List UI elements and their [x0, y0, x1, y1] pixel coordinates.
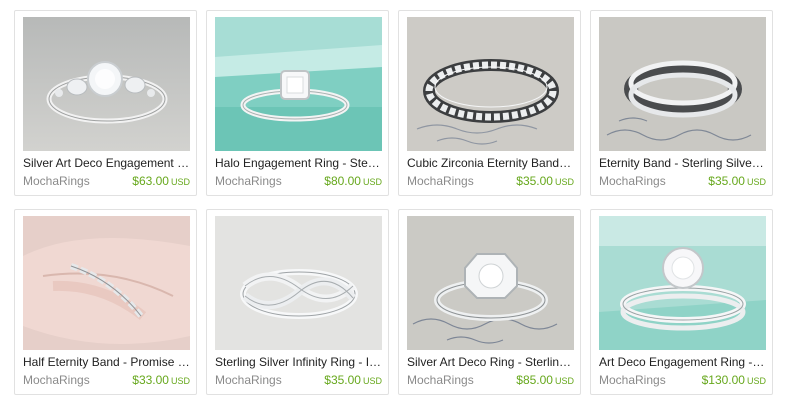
listing-meta: MochaRings $35.00 USD [407, 174, 574, 189]
price-amount: $85.00 [516, 373, 553, 387]
shop-name[interactable]: MochaRings [599, 373, 666, 388]
price-amount: $63.00 [132, 174, 169, 188]
listing-price: $80.00 USD [324, 174, 382, 190]
shop-name[interactable]: MochaRings [215, 174, 282, 189]
listing-title[interactable]: Cubic Zirconia Eternity Band … [407, 156, 574, 171]
listing-title[interactable]: Silver Art Deco Ring - Sterlin… [407, 355, 574, 370]
listing-image[interactable] [23, 216, 190, 350]
listing-image[interactable] [407, 17, 574, 151]
listing-card[interactable]: Cubic Zirconia Eternity Band … MochaRing… [398, 10, 581, 196]
price-currency: USD [554, 376, 574, 386]
listing-image[interactable] [23, 17, 190, 151]
price-amount: $33.00 [132, 373, 169, 387]
price-currency: USD [362, 376, 382, 386]
listing-card[interactable]: Silver Art Deco Engagement … MochaRings … [14, 10, 197, 196]
shop-name[interactable]: MochaRings [599, 174, 666, 189]
shop-name[interactable]: MochaRings [23, 373, 90, 388]
price-amount: $130.00 [701, 373, 745, 387]
listing-meta: MochaRings $80.00 USD [215, 174, 382, 189]
listing-title[interactable]: Art Deco Engagement Ring - … [599, 355, 766, 370]
listing-price: $130.00 USD [702, 373, 766, 389]
shop-name[interactable]: MochaRings [407, 373, 474, 388]
listing-title[interactable]: Half Eternity Band - Promise … [23, 355, 190, 370]
listing-meta: MochaRings $33.00 USD [23, 373, 190, 388]
price-currency: USD [746, 376, 766, 386]
price-currency: USD [746, 177, 766, 187]
listing-image[interactable] [599, 216, 766, 350]
listing-card[interactable]: Halo Engagement Ring - Ster… MochaRings … [206, 10, 389, 196]
listing-price: $35.00 USD [324, 373, 382, 389]
listing-card[interactable]: Eternity Band - Sterling Silver… MochaRi… [590, 10, 773, 196]
listing-card[interactable]: Silver Art Deco Ring - Sterlin… MochaRin… [398, 209, 581, 395]
listing-title[interactable]: Halo Engagement Ring - Ster… [215, 156, 382, 171]
price-amount: $35.00 [708, 174, 745, 188]
price-amount: $35.00 [324, 373, 361, 387]
listing-price: $35.00 USD [708, 174, 766, 190]
listing-image[interactable] [215, 17, 382, 151]
listing-grid: Silver Art Deco Engagement … MochaRings … [14, 10, 773, 395]
price-currency: USD [170, 376, 190, 386]
shop-name[interactable]: MochaRings [215, 373, 282, 388]
price-currency: USD [362, 177, 382, 187]
listing-price: $35.00 USD [516, 174, 574, 190]
shop-name[interactable]: MochaRings [407, 174, 474, 189]
listing-image[interactable] [215, 216, 382, 350]
listing-meta: MochaRings $63.00 USD [23, 174, 190, 189]
price-currency: USD [554, 177, 574, 187]
listing-meta: MochaRings $35.00 USD [215, 373, 382, 388]
price-amount: $80.00 [324, 174, 361, 188]
listing-price: $33.00 USD [132, 373, 190, 389]
listing-price: $85.00 USD [516, 373, 574, 389]
listing-image[interactable] [599, 17, 766, 151]
listing-meta: MochaRings $85.00 USD [407, 373, 574, 388]
listing-price: $63.00 USD [132, 174, 190, 190]
shop-name[interactable]: MochaRings [23, 174, 90, 189]
listing-image[interactable] [407, 216, 574, 350]
listing-card[interactable]: Sterling Silver Infinity Ring - I… Mocha… [206, 209, 389, 395]
listing-meta: MochaRings $130.00 USD [599, 373, 766, 388]
price-amount: $35.00 [516, 174, 553, 188]
listing-title[interactable]: Eternity Band - Sterling Silver… [599, 156, 766, 171]
price-currency: USD [170, 177, 190, 187]
listing-meta: MochaRings $35.00 USD [599, 174, 766, 189]
listing-card[interactable]: Art Deco Engagement Ring - … MochaRings … [590, 209, 773, 395]
listing-title[interactable]: Sterling Silver Infinity Ring - I… [215, 355, 382, 370]
listing-card[interactable]: Half Eternity Band - Promise … MochaRing… [14, 209, 197, 395]
listing-title[interactable]: Silver Art Deco Engagement … [23, 156, 190, 171]
